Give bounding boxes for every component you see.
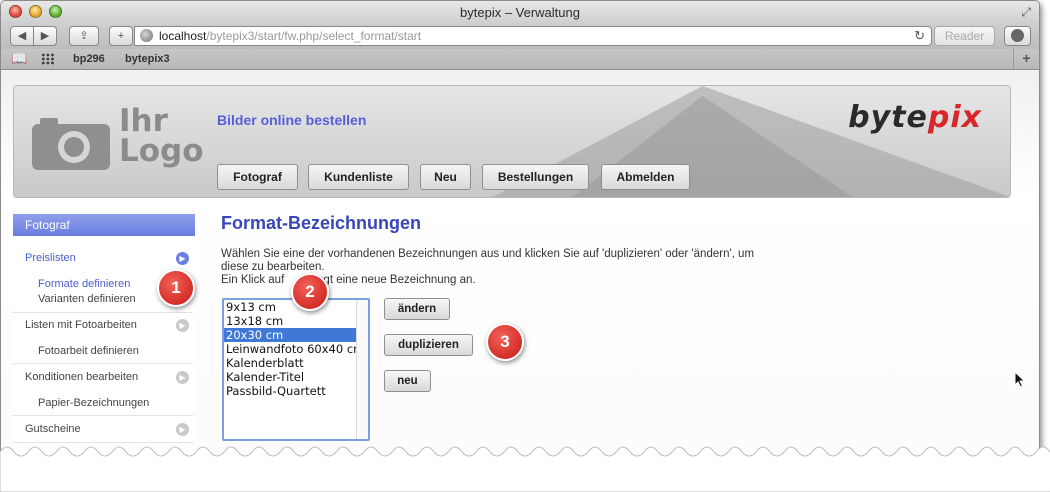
divider	[13, 415, 193, 416]
fullscreen-icon[interactable]: ⤢	[1021, 5, 1031, 20]
brand-logo: bytepix	[848, 100, 982, 135]
bookmark-bp296[interactable]: bp296	[73, 53, 105, 65]
annotation-badge-3: 3	[486, 323, 524, 361]
mouse-cursor-icon	[1014, 371, 1026, 388]
sidebar-heading: Fotograf	[13, 214, 195, 236]
instruction-line-1: Wählen Sie eine der vorhandenen Bezeichn…	[221, 248, 755, 260]
download-icon	[1011, 29, 1024, 42]
arrow-right-icon: ▶	[176, 252, 189, 265]
torn-edge	[0, 446, 1050, 492]
add-bookmark-button[interactable]: +	[109, 26, 133, 46]
list-item[interactable]: Kalender-Titel	[224, 370, 358, 384]
instruction-line-3: Ein Klick auf legt eine neue Bezeichnung…	[221, 274, 476, 287]
arrow-right-icon: ▶	[176, 371, 189, 384]
list-item[interactable]: Passbild-Quartett	[224, 384, 358, 398]
nav-neu-button[interactable]: Neu	[420, 164, 471, 190]
sidebar-item-listen-mit-fotoarbeiten[interactable]: Listen mit Fotoarbeiten ▶	[13, 314, 195, 336]
browser-toolbar: ◀ ▶ ⇪ + localhost/bytepix3/start/fw.php/…	[1, 23, 1039, 49]
browser-window: bytepix – Verwaltung ⤢ ◀ ▶ ⇪ + localhost…	[0, 0, 1040, 480]
forward-arrow-icon: ▶	[40, 30, 50, 42]
back-arrow-icon: ◀	[17, 30, 27, 42]
back-button[interactable]: ◀	[10, 26, 34, 46]
instruction-line-3-end: legt eine neue Bezeichnung an.	[314, 274, 476, 286]
listbox-scrollbar[interactable]	[356, 300, 368, 439]
list-item[interactable]: 13x18 cm	[224, 314, 358, 328]
logo-placeholder: Ihr Logo	[119, 103, 204, 169]
forward-button[interactable]: ▶	[33, 26, 57, 46]
list-item[interactable]: Kalenderblatt	[224, 356, 358, 370]
duplicate-button[interactable]: duplizieren	[384, 334, 473, 356]
format-listbox[interactable]: 9x13 cm 13x18 cm 20x30 cm Leinwandfoto 6…	[222, 298, 370, 441]
title-bar: bytepix – Verwaltung ⤢	[1, 1, 1039, 23]
site-tagline: Bilder online bestellen	[217, 112, 367, 128]
share-icon: ⇪	[79, 30, 89, 42]
plus-icon: +	[117, 30, 125, 42]
sidebar-item-papier-bezeichnungen[interactable]: Papier-Bezeichnungen	[13, 392, 195, 414]
logo-line-1: Ihr	[119, 103, 168, 139]
page-title: Format-Bezeichnungen	[221, 213, 422, 233]
brand-main: byte	[848, 100, 928, 135]
instruction-line-3-start: Ein Klick auf	[221, 274, 288, 286]
reload-icon[interactable]: ↻	[914, 27, 925, 45]
divider	[13, 363, 193, 364]
nav-bestellungen-button[interactable]: Bestellungen	[482, 164, 589, 190]
sidebar-item-label: Listen mit Fotoarbeiten	[25, 319, 137, 331]
url-host: localhost	[159, 29, 207, 43]
sidebar-item-label: Preislisten	[25, 252, 76, 264]
sidebar-item-label: Konditionen bearbeiten	[25, 371, 139, 383]
sidebar-item-fotoarbeit-definieren[interactable]: Fotoarbeit definieren	[13, 340, 195, 362]
annotation-badge-1: 1	[157, 269, 195, 307]
divider	[13, 312, 193, 313]
list-item-selected[interactable]: 20x30 cm	[224, 328, 358, 342]
list-item[interactable]: 9x13 cm	[224, 300, 358, 314]
nav-fotograf-button[interactable]: Fotograf	[217, 164, 298, 190]
nav-abmelden-button[interactable]: Abmelden	[601, 164, 690, 190]
change-button[interactable]: ändern	[384, 298, 450, 320]
new-button[interactable]: neu	[384, 370, 431, 392]
share-button[interactable]: ⇪	[69, 26, 99, 46]
list-item[interactable]: Leinwandfoto 60x40 cm	[224, 342, 364, 356]
bookmarks-bar: 📖 bp296 bytepix3 +	[1, 49, 1039, 70]
site-header: Ihr Logo Bilder online bestellen bytepix…	[13, 85, 1011, 198]
annotation-badge-2: 2	[291, 273, 329, 311]
page-content: Ihr Logo Bilder online bestellen bytepix…	[1, 71, 1039, 479]
reader-button[interactable]: Reader	[934, 26, 995, 46]
window-title: bytepix – Verwaltung	[460, 5, 580, 20]
plus-icon: +	[1022, 50, 1031, 66]
bookmark-bytepix3[interactable]: bytepix3	[125, 53, 170, 65]
new-tab-button[interactable]: +	[1013, 49, 1039, 69]
reading-list-icon[interactable]: 📖	[11, 51, 27, 67]
logo-line-2: Logo	[119, 133, 204, 169]
nav-kundenliste-button[interactable]: Kundenliste	[308, 164, 409, 190]
sidebar-item-konditionen-bearbeiten[interactable]: Konditionen bearbeiten ▶	[13, 366, 195, 388]
address-bar[interactable]: localhost/bytepix3/start/fw.php/select_f…	[134, 26, 932, 46]
brand-accent: pix	[927, 100, 982, 135]
downloads-button[interactable]	[1004, 26, 1031, 46]
sidebar-item-preislisten[interactable]: Preislisten ▶	[13, 247, 195, 269]
top-sites-icon[interactable]	[41, 53, 55, 65]
camera-icon	[32, 118, 110, 170]
globe-icon	[140, 29, 153, 42]
url-path: /bytepix3/start/fw.php/select_format/sta…	[206, 29, 422, 43]
arrow-right-icon: ▶	[176, 319, 189, 332]
